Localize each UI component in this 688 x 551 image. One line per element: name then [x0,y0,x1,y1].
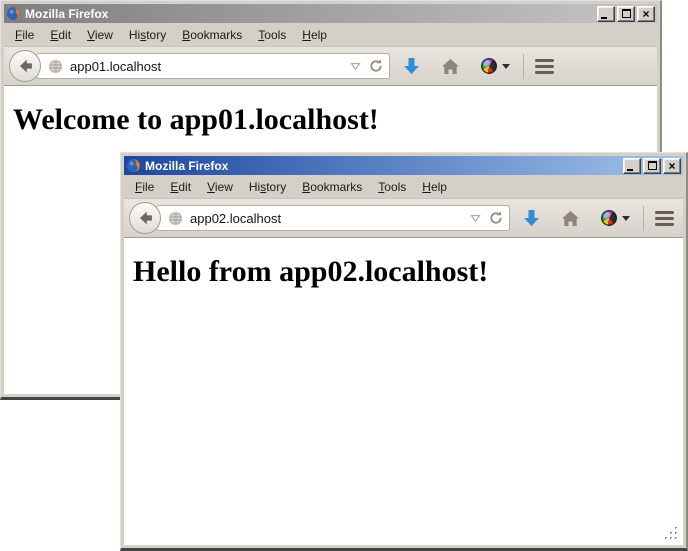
close-icon: × [668,161,675,171]
menu-file[interactable]: File [127,177,162,197]
toolbar-separator [523,54,524,79]
reload-icon[interactable] [368,58,384,74]
close-button[interactable]: × [663,158,681,174]
page-heading: Welcome to app01.localhost! [13,103,657,137]
url-input[interactable]: app02.localhost [190,211,470,226]
download-icon[interactable] [523,209,540,227]
menu-history[interactable]: History [241,177,294,197]
navigation-toolbar: app01.localhost [4,46,657,86]
page-content: Hello from app02.localhost! [124,238,683,545]
menu-tools[interactable]: Tools [250,25,294,45]
menu-history[interactable]: History [121,25,174,45]
firefox-icon [126,158,141,173]
window-title: Mozilla Firefox [145,159,621,173]
urlbar-dropdown-icon[interactable] [470,214,481,223]
url-input[interactable]: app01.localhost [70,59,350,74]
close-button[interactable]: × [637,6,655,22]
page-heading: Hello from app02.localhost! [133,255,683,289]
back-arrow-icon [14,55,36,77]
search-engine-icon [601,210,617,226]
resize-grip[interactable] [665,527,679,541]
menu-edit[interactable]: Edit [162,177,199,197]
download-icon[interactable] [403,57,420,75]
back-button[interactable] [9,50,41,82]
minimize-icon [627,169,633,171]
menu-file[interactable]: File [7,25,42,45]
menu-bar: FileEditViewHistoryBookmarksToolsHelp [4,23,657,46]
back-button[interactable] [129,202,161,234]
minimize-button[interactable] [623,158,641,174]
navigation-toolbar: app02.localhost [124,198,683,238]
menu-icon[interactable] [535,59,554,74]
chevron-down-icon [622,216,630,221]
reload-icon[interactable] [488,210,504,226]
globe-icon [48,59,63,74]
menu-view[interactable]: View [199,177,241,197]
maximize-icon [648,161,657,170]
home-icon[interactable] [441,58,460,75]
firefox-icon [6,6,21,21]
location-bar[interactable]: app01.localhost [36,53,390,79]
menu-edit[interactable]: Edit [42,25,79,45]
chevron-down-icon [502,64,510,69]
browser-window-app02[interactable]: Mozilla Firefox × FileEditViewHistoryBoo… [120,152,688,551]
menu-tools[interactable]: Tools [370,177,414,197]
minimize-button[interactable] [597,6,615,22]
titlebar[interactable]: Mozilla Firefox × [124,156,683,175]
globe-icon [168,211,183,226]
minimize-icon [601,17,607,19]
menu-bookmarks[interactable]: Bookmarks [174,25,250,45]
titlebar[interactable]: Mozilla Firefox × [4,4,657,23]
menu-help[interactable]: Help [414,177,455,197]
urlbar-dropdown-icon[interactable] [350,62,361,71]
search-engine-button[interactable] [481,58,510,74]
home-icon[interactable] [561,210,580,227]
search-engine-icon [481,58,497,74]
close-icon: × [642,9,649,19]
menu-help[interactable]: Help [294,25,335,45]
toolbar-separator [643,206,644,231]
menu-bar: FileEditViewHistoryBookmarksToolsHelp [124,175,683,198]
maximize-icon [622,9,631,18]
back-arrow-icon [134,207,156,229]
search-engine-button[interactable] [601,210,630,226]
location-bar[interactable]: app02.localhost [156,205,510,231]
menu-icon[interactable] [655,211,674,226]
window-title: Mozilla Firefox [25,7,595,21]
menu-view[interactable]: View [79,25,121,45]
menu-bookmarks[interactable]: Bookmarks [294,177,370,197]
maximize-button[interactable] [617,6,635,22]
maximize-button[interactable] [643,158,661,174]
